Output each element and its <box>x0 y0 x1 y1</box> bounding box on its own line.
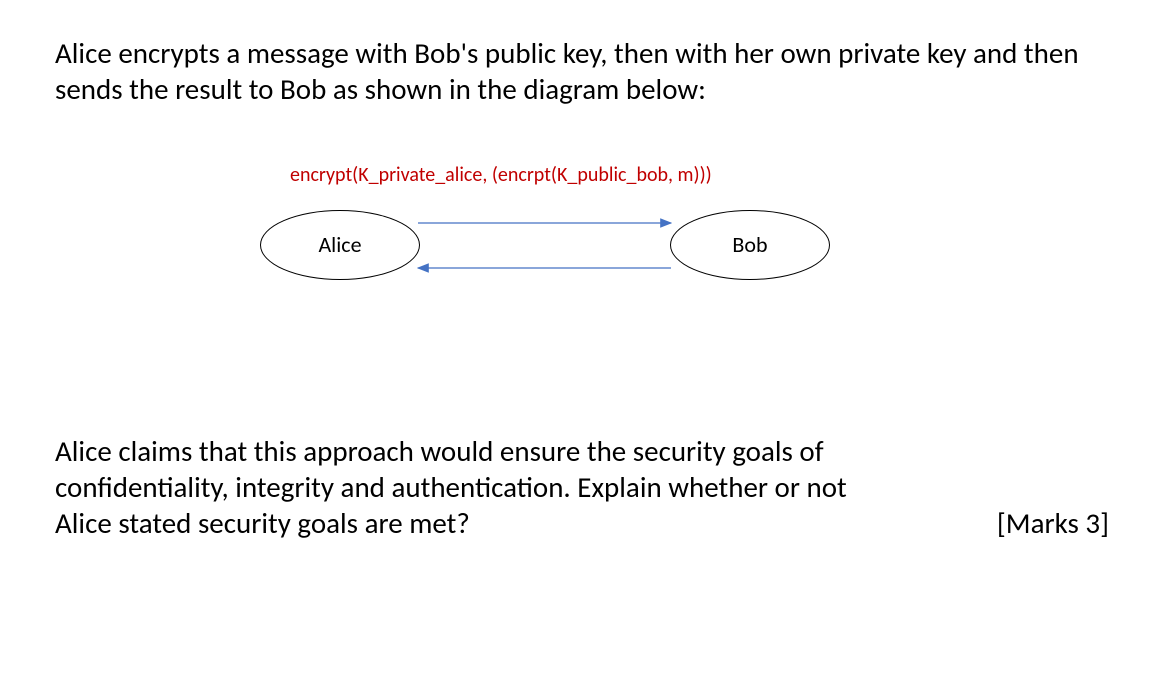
alice-node-label: Alice <box>318 231 361 258</box>
question-line: Alice stated security goals are met? <box>55 505 470 541</box>
bob-node: Bob <box>670 210 830 280</box>
bob-node-label: Bob <box>732 231 767 258</box>
intro-paragraph: Alice encrypts a message with Bob's publ… <box>55 35 1109 108</box>
bidirectional-arrows-icon <box>413 213 678 283</box>
question-line: confidentiality, integrity and authentic… <box>55 469 1109 505</box>
question-paragraph: Alice claims that this approach would en… <box>55 433 1109 542</box>
diagram: encrypt(K_private_alice, (encrpt(K_publi… <box>55 163 1109 333</box>
question-line: Alice claims that this approach would en… <box>55 433 1109 469</box>
encryption-formula-label: encrypt(K_private_alice, (encrpt(K_publi… <box>290 163 712 187</box>
alice-node: Alice <box>260 210 420 280</box>
marks-label: [Marks 3] <box>997 505 1109 541</box>
